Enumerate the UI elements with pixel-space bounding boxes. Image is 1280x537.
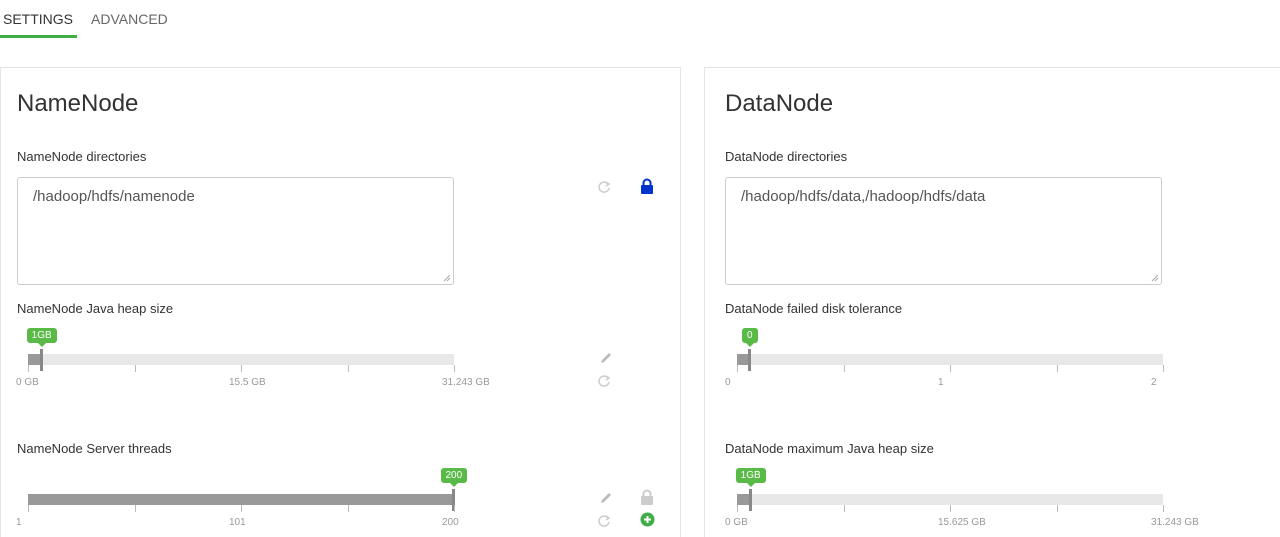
datanode-heap-tick-label: 0 GB bbox=[725, 517, 748, 528]
datanode-tolerance-tick bbox=[1163, 365, 1164, 372]
namenode-heap-tick bbox=[28, 365, 29, 372]
add-icon[interactable] bbox=[639, 511, 655, 527]
datanode-heap-tick-label: 15.625 GB bbox=[938, 517, 986, 528]
datanode-heap-tick bbox=[950, 505, 951, 512]
refresh-icon[interactable] bbox=[596, 513, 612, 529]
refresh-icon[interactable] bbox=[596, 179, 612, 195]
datanode-heap-slider[interactable]: 0 GB 15.625 GB 31.243 GB 1GB bbox=[725, 468, 1199, 528]
datanode-title: DataNode bbox=[725, 90, 834, 117]
namenode-heap-tick bbox=[134, 365, 136, 372]
datanode-tolerance-tick bbox=[1056, 365, 1058, 372]
namenode-threads-slider[interactable]: 1 101 200 200 bbox=[16, 468, 468, 528]
namenode-threads-tick-label: 200 bbox=[442, 517, 459, 528]
edit-icon[interactable] bbox=[598, 350, 614, 366]
datanode-heap-value-bubble: 1GB bbox=[735, 468, 766, 487]
namenode-threads-tick-label: 101 bbox=[229, 517, 246, 528]
namenode-threads-ticks bbox=[28, 505, 455, 513]
tab-advanced[interactable]: ADVANCED bbox=[87, 0, 172, 38]
namenode-threads-tick bbox=[134, 505, 136, 512]
datanode-tolerance-tick bbox=[737, 365, 738, 372]
datanode-directories-input[interactable]: /hadoop/hdfs/data,/hadoop/hdfs/data bbox=[725, 177, 1162, 285]
namenode-heap-ticks bbox=[28, 365, 455, 373]
datanode-tolerance-tick bbox=[950, 365, 951, 372]
datanode-directories-value: /hadoop/hdfs/data,/hadoop/hdfs/data bbox=[741, 188, 986, 205]
namenode-heap-tick bbox=[347, 365, 349, 372]
resize-grip-icon[interactable] bbox=[442, 273, 451, 282]
namenode-heap-value-bubble: 1GB bbox=[26, 328, 57, 347]
namenode-threads-tick bbox=[454, 505, 455, 512]
datanode-heap-label: DataNode maximum Java heap size bbox=[725, 441, 934, 456]
datanode-tolerance-ticks bbox=[737, 365, 1164, 373]
namenode-heap-tick bbox=[454, 365, 455, 372]
namenode-directories-input[interactable]: /hadoop/hdfs/namenode bbox=[17, 177, 454, 285]
datanode-tolerance-label: DataNode failed disk tolerance bbox=[725, 301, 903, 316]
namenode-directories-label: NameNode directories bbox=[17, 149, 147, 164]
datanode-heap-track[interactable] bbox=[737, 494, 1163, 505]
namenode-heap-tick-label: 15.5 GB bbox=[229, 377, 266, 388]
datanode-heap-tick bbox=[1163, 505, 1164, 512]
lock-icon[interactable] bbox=[639, 178, 655, 194]
datanode-heap-ticks bbox=[737, 505, 1164, 513]
datanode-tolerance-tick-label: 2 bbox=[1151, 377, 1157, 388]
datanode-tolerance-tick bbox=[843, 365, 845, 372]
namenode-threads-tick bbox=[347, 505, 349, 512]
namenode-heap-track[interactable] bbox=[28, 354, 454, 365]
datanode-tolerance-tick-label: 0 bbox=[725, 377, 731, 388]
namenode-heap-tick-label: 0 GB bbox=[16, 377, 39, 388]
refresh-icon[interactable] bbox=[596, 373, 612, 389]
lock-icon[interactable] bbox=[639, 489, 655, 505]
datanode-tolerance-track[interactable] bbox=[737, 354, 1163, 365]
namenode-directories-value: /hadoop/hdfs/namenode bbox=[33, 188, 195, 205]
datanode-heap-tick bbox=[843, 505, 845, 512]
tab-settings[interactable]: SETTINGS bbox=[0, 0, 78, 38]
namenode-threads-fill bbox=[28, 494, 454, 505]
namenode-heap-tick-label: 31.243 GB bbox=[442, 377, 490, 388]
namenode-threads-value-bubble: 200 bbox=[440, 468, 468, 487]
edit-icon[interactable] bbox=[598, 490, 614, 506]
namenode-threads-tick bbox=[241, 505, 242, 512]
resize-grip-icon[interactable] bbox=[1150, 273, 1159, 282]
datanode-heap-tick-label: 31.243 GB bbox=[1151, 517, 1199, 528]
datanode-tolerance-value-bubble: 0 bbox=[742, 328, 758, 347]
namenode-heap-label: NameNode Java heap size bbox=[17, 301, 174, 316]
namenode-title: NameNode bbox=[17, 90, 139, 117]
datanode-heap-tick bbox=[737, 505, 738, 512]
datanode-panel: DataNode DataNode directories /hadoop/hd… bbox=[704, 67, 1280, 537]
namenode-heap-tick bbox=[241, 365, 242, 372]
namenode-threads-tick bbox=[28, 505, 29, 512]
datanode-heap-tick bbox=[1056, 505, 1058, 512]
namenode-heap-slider[interactable]: 0 GB 15.5 GB 31.243 GB 1GB bbox=[16, 328, 490, 388]
datanode-tolerance-slider[interactable]: 0 1 2 0 bbox=[725, 328, 1164, 388]
tab-bar: SETTINGS ADVANCED bbox=[0, 0, 182, 38]
namenode-panel: NameNode NameNode directories /hadoop/hd… bbox=[0, 67, 681, 537]
namenode-threads-tick-label: 1 bbox=[16, 517, 22, 528]
namenode-threads-label: NameNode Server threads bbox=[17, 441, 172, 456]
datanode-directories-label: DataNode directories bbox=[725, 149, 848, 164]
datanode-tolerance-tick-label: 1 bbox=[938, 377, 944, 388]
